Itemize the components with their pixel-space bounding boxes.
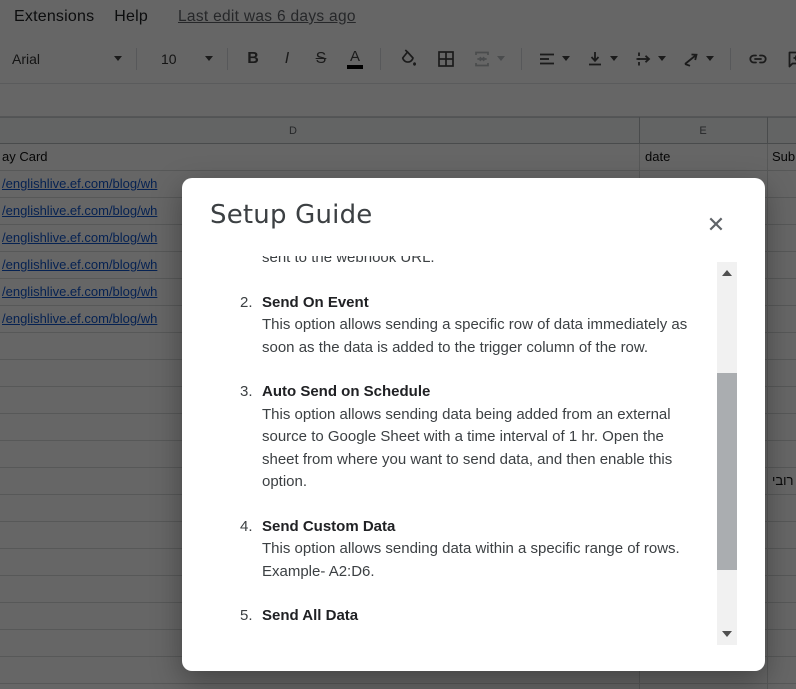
item-body: This option allows sending data within a… xyxy=(262,540,680,580)
close-button[interactable]: ✕ xyxy=(702,211,730,239)
guide-item: 2. Send On Event This option allows sendin… xyxy=(240,292,692,360)
item-title: Send Custom Data xyxy=(262,517,396,535)
item-title: Send All Data xyxy=(262,607,359,624)
scrollbar-thumb[interactable] xyxy=(717,373,737,570)
dialog-scrollbar[interactable] xyxy=(717,262,737,645)
item-content: Auto Send on Schedule This option allows … xyxy=(262,381,692,494)
item-number: 5. xyxy=(240,607,253,624)
item-number: 4. xyxy=(240,517,253,535)
dialog-title: Setup Guide xyxy=(210,200,373,230)
scroll-up-icon[interactable] xyxy=(722,270,732,276)
guide-item: 3. Auto Send on Schedule This option allow… xyxy=(240,381,692,494)
dialog-body[interactable]: sent to the webhook URL. 2. Send On Event… xyxy=(182,256,765,643)
item-content: Send All Data xyxy=(262,605,692,628)
item-body: This option allows sending a specific ro… xyxy=(262,316,688,356)
guide-list: sent to the webhook URL. 2. Send On Event… xyxy=(240,256,692,628)
guide-text-partial: sent to the webhook URL. xyxy=(262,256,435,266)
close-icon: ✕ xyxy=(706,212,726,238)
guide-item: 4. Send Custom Data This option allows sen… xyxy=(240,516,692,584)
item-number: 2. xyxy=(240,293,253,311)
scroll-down-icon[interactable] xyxy=(722,631,732,637)
item-content: Send Custom Data This option allows sendi… xyxy=(262,516,692,584)
item-body: This option allows sending data being ad… xyxy=(262,405,673,491)
item-content: Send On Event This option allows sending … xyxy=(262,292,692,360)
item-title: Auto Send on Schedule xyxy=(262,383,431,400)
setup-guide-dialog: Setup Guide ✕ sent to the webhook URL. 2… xyxy=(182,178,765,671)
google-sheets-app: Extensions Help Last edit was 6 days ago… xyxy=(0,0,796,689)
item-number: 3. xyxy=(240,383,253,400)
guide-item: 5. Send All Data xyxy=(240,605,692,628)
item-title: Send On Event xyxy=(262,293,369,311)
